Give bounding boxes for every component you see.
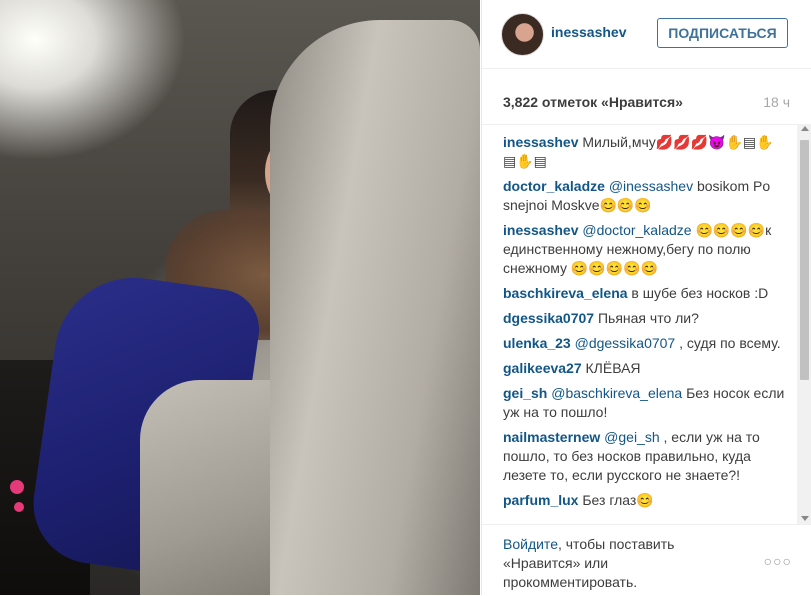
- comment-item: galikeeva27 КЛЁВАЯ: [482, 359, 798, 378]
- post-time: 18 ч: [763, 94, 790, 110]
- follow-button[interactable]: ПОДПИСАТЬСЯ: [657, 18, 788, 48]
- scroll-up-icon[interactable]: [801, 126, 809, 131]
- dash-button: [10, 480, 24, 494]
- car-seat: [270, 20, 480, 595]
- comment-mention[interactable]: @gei_sh: [604, 429, 659, 445]
- comment-username[interactable]: ulenka_23: [503, 335, 571, 351]
- comments-scrollbar[interactable]: [797, 124, 811, 524]
- post-photo[interactable]: [0, 0, 480, 595]
- comment-text: , судя по всему.: [679, 335, 781, 351]
- comment-text: Без глаз😊: [582, 492, 654, 508]
- comment-username[interactable]: inessashev: [503, 134, 579, 150]
- comment-item: gei_sh @baschkireva_elena Без носок если…: [482, 384, 798, 422]
- login-prompt: Войдите, чтобы поставить «Нравится» или …: [503, 535, 733, 592]
- scroll-down-icon[interactable]: [801, 516, 809, 521]
- comment-username[interactable]: inessashev: [503, 222, 579, 238]
- login-link[interactable]: Войдите: [503, 536, 558, 552]
- more-options-icon[interactable]: ○○○: [764, 553, 792, 569]
- comment-username[interactable]: doctor_kaladze: [503, 178, 605, 194]
- comment-username[interactable]: baschkireva_elena: [503, 285, 628, 301]
- comment-mention[interactable]: @baschkireva_elena: [551, 385, 682, 401]
- comment-text: КЛЁВАЯ: [585, 360, 641, 376]
- comment-item: parfum_lux Без глаз😊: [482, 491, 798, 510]
- comment-item: inessashev @doctor_kaladze 😊😊😊😊к единств…: [482, 221, 798, 278]
- comment-item: dgessika0707 Пьяная что ли?: [482, 309, 798, 328]
- comment-item: ulenka_23 @dgessika0707 , судя по всему.: [482, 334, 798, 353]
- comment-item: nailmasternew @gei_sh , если уж на то по…: [482, 428, 798, 485]
- avatar[interactable]: [501, 13, 544, 56]
- likes-count[interactable]: 3,822 отметок «Нравится»: [503, 94, 683, 110]
- post-header: inessashev ПОДПИСАТЬСЯ: [482, 0, 811, 69]
- comment-mention[interactable]: @doctor_kaladze: [582, 222, 691, 238]
- comment-mention[interactable]: @inessashev: [609, 178, 693, 194]
- comment-item: baschkireva_elena в шубе без носков :D: [482, 284, 798, 303]
- comments-list: inessashev Милый,мчу💋💋💋😈✋▤✋ ▤✋▤ doctor_ka…: [482, 124, 798, 525]
- comment-username[interactable]: galikeeva27: [503, 360, 582, 376]
- post-username[interactable]: inessashev: [551, 24, 627, 40]
- instagram-post-view: inessashev ПОДПИСАТЬСЯ 3,822 отметок «Нр…: [0, 0, 811, 595]
- comment-username[interactable]: dgessika0707: [503, 310, 594, 326]
- comment-username[interactable]: gei_sh: [503, 385, 547, 401]
- comment-text: в шубе без носков :D: [631, 285, 769, 301]
- post-sidebar: inessashev ПОДПИСАТЬСЯ 3,822 отметок «Нр…: [481, 0, 811, 595]
- post-footer: Войдите, чтобы поставить «Нравится» или …: [482, 524, 811, 596]
- comment-username[interactable]: nailmasternew: [503, 429, 600, 445]
- dash-button: [14, 502, 24, 512]
- scroll-thumb[interactable]: [800, 140, 809, 380]
- comment-text: Пьяная что ли?: [597, 310, 699, 326]
- comment-item: inessashev Милый,мчу💋💋💋😈✋▤✋ ▤✋▤: [482, 133, 798, 171]
- comment-item: doctor_kaladze @inessashev bosikom Po sn…: [482, 177, 798, 215]
- comment-username[interactable]: parfum_lux: [503, 492, 578, 508]
- comment-mention[interactable]: @dgessika0707: [575, 335, 676, 351]
